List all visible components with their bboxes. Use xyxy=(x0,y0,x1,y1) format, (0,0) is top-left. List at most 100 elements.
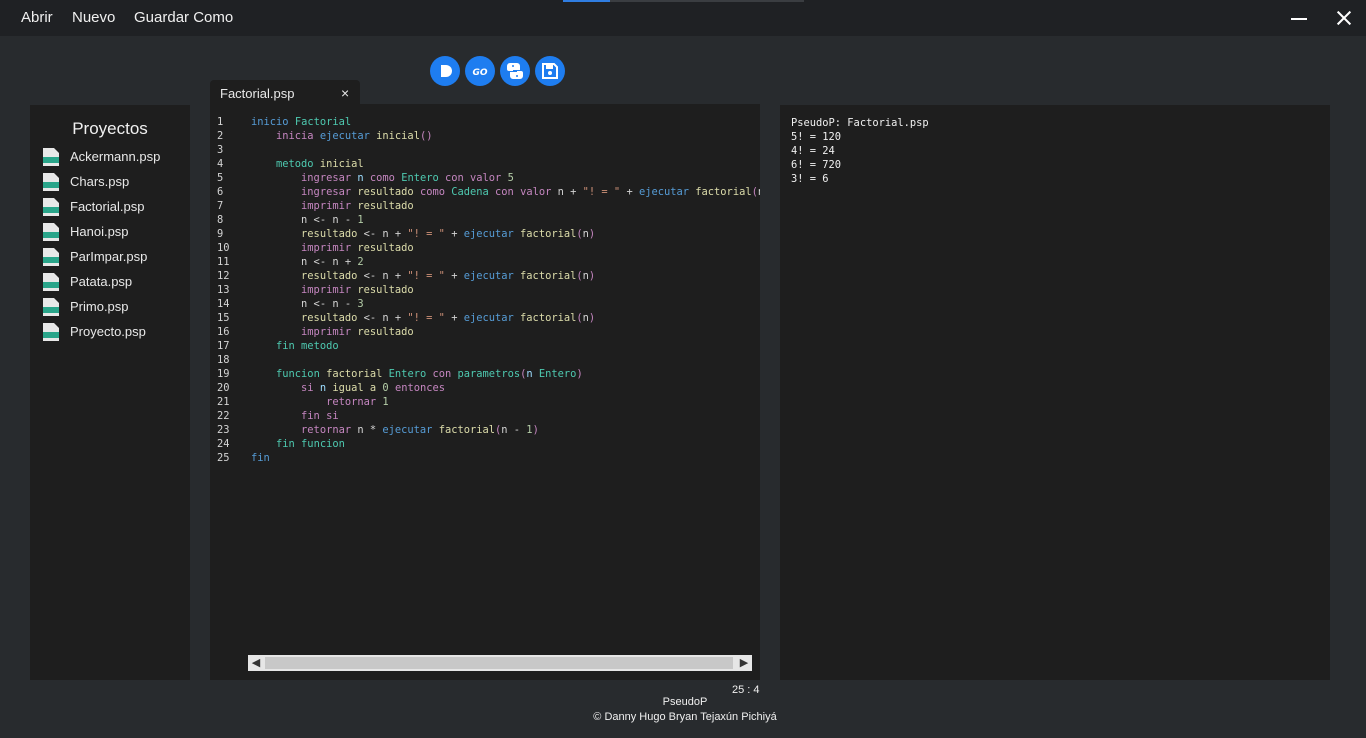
file-icon xyxy=(43,298,59,316)
file-icon xyxy=(43,223,59,241)
footer-credit: © Danny Hugo Bryan Tejaxún Pichiyá xyxy=(593,711,777,723)
projects-panel: Proyectos Ackermann.psp Chars.psp Factoria… xyxy=(30,105,190,680)
code-text: inicia ejecutar inicial() xyxy=(276,130,433,142)
minimize-button[interactable] xyxy=(1283,6,1313,30)
menu-open[interactable]: Abrir xyxy=(21,9,53,26)
close-window-button[interactable] xyxy=(1328,6,1358,30)
line-number: 10 xyxy=(217,242,230,254)
output-line: PseudoP: Factorial.psp xyxy=(791,117,929,129)
tab-label: Factorial.psp xyxy=(220,86,295,101)
tab-factorial[interactable]: Factorial.psp × xyxy=(210,80,360,104)
code-text: funcion factorial Entero con parametros(… xyxy=(276,368,583,380)
save-icon xyxy=(542,63,558,79)
project-label: Primo.psp xyxy=(70,299,129,314)
code-text: imprimir resultado xyxy=(301,284,414,296)
projects-title: Proyectos xyxy=(72,119,148,138)
project-item[interactable]: ParImpar.psp xyxy=(42,247,182,267)
line-number: 4 xyxy=(217,158,224,170)
scroll-left-icon[interactable]: ◀ xyxy=(248,655,264,671)
line-number: 20 xyxy=(217,382,230,394)
code-editor[interactable]: 1 inicio Factorial 2 inicia ejecutar inici… xyxy=(210,104,760,680)
line-number: 15 xyxy=(217,312,230,324)
line-number: 11 xyxy=(217,256,230,268)
code-text: imprimir resultado xyxy=(301,326,414,338)
code-text: metodo inicial xyxy=(276,158,364,170)
code-text: resultado <- n + "! = " + ejecutar facto… xyxy=(301,270,596,282)
line-number: 24 xyxy=(217,438,230,450)
output-line: 4! = 24 xyxy=(791,145,835,157)
menu-save-as[interactable]: Guardar Como xyxy=(134,9,233,26)
horizontal-scrollbar[interactable]: ◀ ▶ xyxy=(248,655,752,671)
code-text: n <- n + 2 xyxy=(251,256,364,268)
progress-track xyxy=(610,0,804,2)
line-number: 22 xyxy=(217,410,230,422)
project-label: Factorial.psp xyxy=(70,199,145,214)
code-text: si n igual a 0 entonces xyxy=(301,382,445,394)
project-item[interactable]: Hanoi.psp xyxy=(42,222,182,242)
line-number: 9 xyxy=(217,228,224,240)
menu-new[interactable]: Nuevo xyxy=(72,9,115,26)
line-number: 3 xyxy=(217,144,224,156)
code-text: ingresar resultado como Cadena con valor… xyxy=(301,186,760,198)
code-text: retornar n * ejecutar factorial(n - 1) xyxy=(301,424,539,436)
python-icon xyxy=(507,63,523,79)
go-icon: GO xyxy=(472,68,487,78)
file-icon xyxy=(43,323,59,341)
code-text: fin metodo xyxy=(276,340,339,352)
line-number: 18 xyxy=(217,354,230,366)
project-item[interactable]: Patata.psp xyxy=(42,272,182,292)
line-number: 16 xyxy=(217,326,230,338)
python-button[interactable] xyxy=(500,56,530,86)
line-number: 5 xyxy=(217,172,224,184)
line-number: 17 xyxy=(217,340,230,352)
line-number: 21 xyxy=(217,396,230,408)
scrollbar-thumb[interactable] xyxy=(265,657,733,669)
project-label: Hanoi.psp xyxy=(70,224,129,239)
run-icon xyxy=(441,65,452,77)
file-icon xyxy=(43,148,59,166)
code-text: fin xyxy=(251,452,270,464)
output-line: 5! = 120 xyxy=(791,131,842,143)
project-label: ParImpar.psp xyxy=(70,249,148,264)
output-line: 3! = 6 xyxy=(791,173,829,185)
file-icon xyxy=(43,198,59,216)
code-text: n <- n - 3 xyxy=(251,298,364,310)
code-text: fin funcion xyxy=(276,438,345,450)
output-console: PseudoP: Factorial.psp 5! = 120 4! = 24 6! … xyxy=(780,105,1330,680)
file-icon xyxy=(43,173,59,191)
project-label: Chars.psp xyxy=(70,174,130,189)
run-button[interactable] xyxy=(430,56,460,86)
line-number: 13 xyxy=(217,284,230,296)
save-button[interactable] xyxy=(535,56,565,86)
code-text: resultado <- n + "! = " + ejecutar facto… xyxy=(301,312,596,324)
line-number: 14 xyxy=(217,298,230,310)
line-number: 23 xyxy=(217,424,230,436)
scroll-right-icon[interactable]: ▶ xyxy=(736,655,752,671)
menu-bar: Abrir Nuevo Guardar Como xyxy=(0,0,1366,36)
line-number: 1 xyxy=(217,116,224,128)
line-number: 7 xyxy=(217,200,224,212)
line-number: 12 xyxy=(217,270,230,282)
svg-text:GO: GO xyxy=(472,68,487,78)
line-number: 25 xyxy=(217,452,230,464)
cursor-position: 25 : 4 xyxy=(732,684,760,696)
file-icon xyxy=(43,248,59,266)
project-item[interactable]: Ackermann.psp xyxy=(42,147,182,167)
code-text: inicio Factorial xyxy=(251,116,352,128)
project-item[interactable]: Primo.psp xyxy=(42,297,182,317)
footer-app-name: PseudoP xyxy=(662,696,708,708)
code-text: fin si xyxy=(301,410,339,422)
project-label: Patata.psp xyxy=(70,274,133,289)
progress-indicator xyxy=(563,0,610,2)
code-text: ingresar n como Entero con valor 5 xyxy=(301,172,514,184)
line-number: 6 xyxy=(217,186,224,198)
project-label: Ackermann.psp xyxy=(70,149,161,164)
code-text: imprimir resultado xyxy=(301,200,414,212)
code-text: n <- n - 1 xyxy=(251,214,364,226)
project-item[interactable]: Factorial.psp xyxy=(42,197,182,217)
tab-close-icon[interactable]: × xyxy=(341,85,349,101)
go-button[interactable]: GO xyxy=(465,56,495,86)
project-item[interactable]: Chars.psp xyxy=(42,172,182,192)
project-item[interactable]: Proyecto.psp xyxy=(42,322,182,342)
line-number: 2 xyxy=(217,130,224,142)
